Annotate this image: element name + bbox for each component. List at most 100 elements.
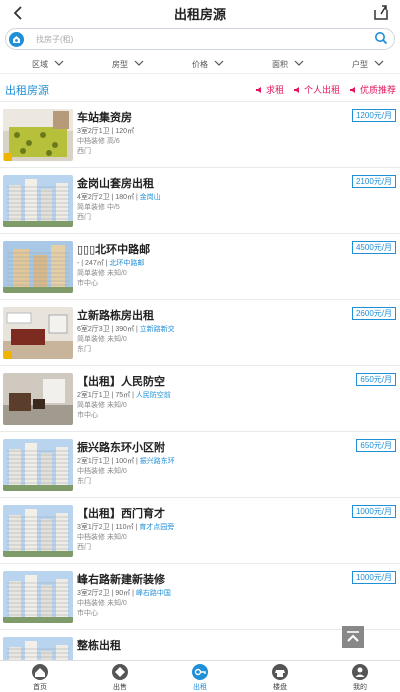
listing-district: 西门 [77,544,91,551]
tab-label: 出租 [193,684,207,691]
listing-address: 峰右路中国 [135,590,171,597]
listing-item[interactable]: 振兴路东环小区附 2室1厅1卫 | 100㎡ | 振兴路东环中档装修 未知/0 东门… [0,432,400,498]
rent-icon [192,664,208,680]
home-icon [32,664,48,680]
listing-title: 立新路栋房出租 [77,310,154,322]
listing-title: 峰右路新建新装修 [77,574,165,586]
search-icon[interactable] [374,31,390,47]
page-title: 出租房源 [173,6,226,22]
listing-item[interactable]: ▯▯▯北环中路邮 - | 247㎡ | 北环中路邮 简单装修 未知/0 市中心 4500… [0,234,400,300]
listing-decoration: 中档装修 未知/0 [77,600,127,607]
listing-decoration: 简单装修 未知/0 [77,270,127,277]
price-badge: 650元/月 [356,439,396,452]
tab-1[interactable]: 出售 [80,661,160,692]
listing-address: 育才点园旁 [139,524,175,531]
back-icon[interactable] [8,3,28,23]
price-badge: 4500元/月 [351,241,396,254]
listing-decoration: 中档装修 未知/0 [77,468,127,475]
section-link-label: 求租 [265,85,284,95]
search-input[interactable]: 找房子(租) [36,34,374,45]
tab-2[interactable]: 出租 [160,661,240,692]
price-badge: 1000元/月 [351,505,396,518]
listing-meta: 2室1厅1卫 | 75㎡ | 人民防空前 [77,390,171,400]
listing-specs: - | 247㎡ | [77,260,110,267]
bottom-nav: 首页 出售 出租 楼盘 我的 [0,660,400,692]
section-title: 出租房源 [5,85,49,97]
listing-item[interactable]: 【出租】人民防空 2室1厅1卫 | 75㎡ | 人民防空前 简单装修 未知/0 市中心… [0,366,400,432]
listing-meta: 3室2厅1卫 | 120㎡ [77,126,134,136]
share-icon[interactable] [372,3,392,23]
section-link-2[interactable]: 优质推荐 [349,83,396,96]
listing-district: 东门 [77,478,91,485]
listing-specs: 2室1厅1卫 | 100㎡ | [77,458,140,465]
listing-district: 西门 [77,148,91,155]
filter-bar: 区域 房型 价格 面积 户型 [0,54,400,74]
price-badge: 650元/月 [356,373,396,386]
top-bar: 出租房源 [0,0,400,26]
listing-item[interactable]: 峰右路新建新装修 3室2厅2卫 | 90㎡ | 峰右路中国 中档装修 未知/0 市中心… [0,564,400,630]
listing-title: 整栋出租 [77,640,121,652]
listing-district: 市中心 [77,412,98,419]
filter-4[interactable]: 户型 [320,54,400,74]
listing-specs: 6室2厅3卫 | 390㎡ | [77,326,140,333]
listing-title: 金岗山套房出租 [77,178,154,190]
listing-item[interactable]: 金岗山套房出租 4室2厅2卫 | 180㎡ | 金岗山 简单装修 中/5 西门 2100… [0,168,400,234]
filter-label: 区域 [32,59,48,69]
section-link-1[interactable]: 个人出租 [293,83,340,96]
listing-specs: 2室1厅1卫 | 75㎡ | [77,392,136,399]
section-link-0[interactable]: 求租 [255,83,284,96]
tab-4[interactable]: 我的 [320,661,400,692]
tab-label: 楼盘 [273,684,287,691]
listing-photo [3,571,73,623]
section-link-label: 优质推荐 [359,85,396,95]
tab-3[interactable]: 楼盘 [240,661,320,692]
speaker-icon [255,86,263,94]
price-badge: 1200元/月 [351,109,396,122]
filter-label: 面积 [272,59,288,69]
listing-meta: 4室2厅2卫 | 180㎡ | 金岗山 [77,192,161,202]
listing-district: 市中心 [77,280,98,287]
chevron-down-icon [54,59,64,69]
filter-3[interactable]: 面积 [240,54,320,74]
tab-0[interactable]: 首页 [0,661,80,692]
tab-label: 出售 [113,684,127,691]
filter-2[interactable]: 价格 [160,54,240,74]
speaker-icon [349,86,357,94]
chevron-down-icon [214,59,224,69]
chevron-down-icon [294,59,304,69]
price-badge: 2600元/月 [351,307,396,320]
back-to-top-button[interactable] [342,626,364,648]
filter-1[interactable]: 房型 [80,54,160,74]
listing-decoration: 中档装修 高/6 [77,138,120,145]
listing-title: 【出租】人民防空 [77,376,165,388]
listing-address: 立新路新交 [139,326,175,333]
listing-title: 【出租】西门育才 [77,508,165,520]
listing-photo [3,373,73,425]
listing-address: 金岗山 [139,194,161,201]
listing-title: 振兴路东环小区附 [77,442,165,454]
filter-label: 价格 [192,59,208,69]
listing-list: 车站集资房 3室2厅1卫 | 120㎡ 中档装修 高/6 西门 1200元/月 金岗山套房… [0,102,400,692]
price-badge: 2100元/月 [351,175,396,188]
listing-specs: 3室1厅2卫 | 110㎡ | [77,524,140,531]
listing-photo [3,439,73,491]
listing-title: ▯▯▯北环中路邮 [77,244,151,256]
chevron-down-icon [134,59,144,69]
filter-label: 房型 [112,59,128,69]
listing-item[interactable]: 【出租】西门育才 3室1厅2卫 | 110㎡ | 育才点园旁中档装修 未知/0 西门… [0,498,400,564]
listing-item[interactable]: 车站集资房 3室2厅1卫 | 120㎡ 中档装修 高/6 西门 1200元/月 [0,102,400,168]
search-bar[interactable]: 找房子(租) [5,28,395,50]
tab-label: 首页 [33,684,47,691]
listing-decoration: 中档装修 未知/0 [77,534,127,541]
chevron-down-icon [374,59,384,69]
listing-photo [3,241,73,293]
listing-address: 振兴路东环 [139,458,175,465]
listing-photo [3,175,73,227]
price-badge: 1000元/月 [351,571,396,584]
filter-0[interactable]: 区域 [0,54,80,74]
listing-decoration: 简单装修 未知/0 [77,336,127,343]
listing-specs: 4室2厅2卫 | 180㎡ | [77,194,140,201]
listing-specs: 3室2厅2卫 | 90㎡ | [77,590,136,597]
section-link-label: 个人出租 [303,85,340,95]
listing-item[interactable]: 立新路栋房出租 6室2厅3卫 | 390㎡ | 立新路新交 简单装修 未知/0 东门 2… [0,300,400,366]
